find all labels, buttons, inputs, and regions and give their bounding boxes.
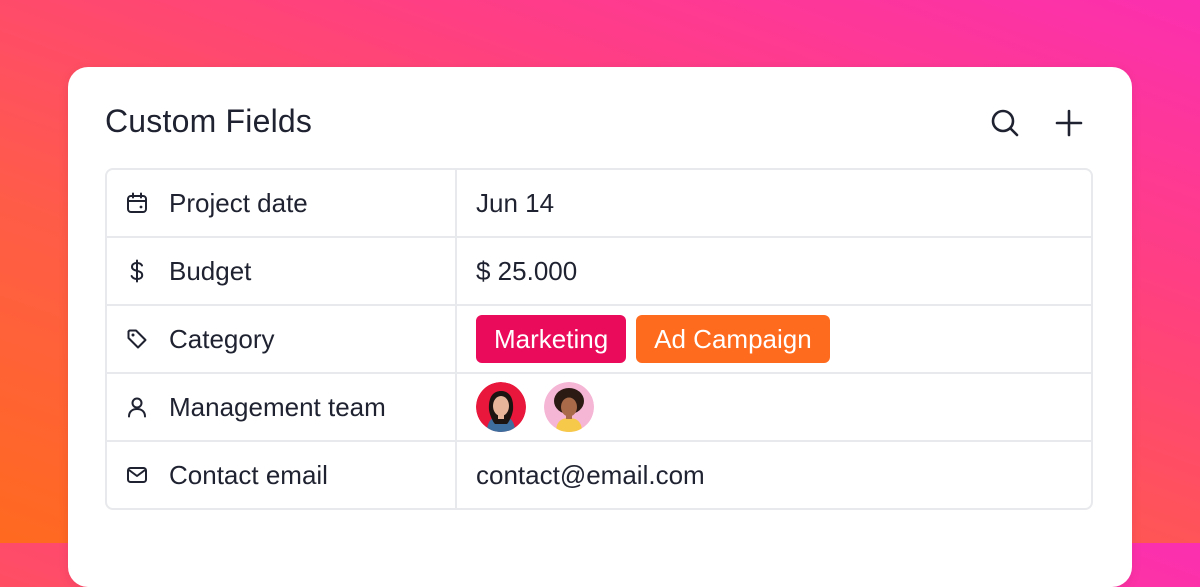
calendar-icon xyxy=(125,191,149,215)
field-label-cell: Contact email xyxy=(107,442,457,508)
add-field-button[interactable] xyxy=(1047,101,1091,145)
project-date-value[interactable]: Jun 14 xyxy=(476,188,554,219)
custom-fields-card: Custom Fields Project date Jun 14 Budget… xyxy=(68,67,1132,587)
field-value-cell[interactable]: Marketing Ad Campaign xyxy=(457,306,1091,372)
field-label: Category xyxy=(169,323,275,354)
field-label: Budget xyxy=(169,255,252,286)
field-label-cell: Project date xyxy=(107,170,457,236)
mail-icon xyxy=(125,463,149,487)
field-label: Management team xyxy=(169,391,386,422)
tag-marketing[interactable]: Marketing xyxy=(476,315,627,363)
field-row-project-date: Project date Jun 14 xyxy=(107,170,1091,238)
field-value-cell[interactable]: $ 25.000 xyxy=(457,238,1091,304)
field-row-management-team: Management team xyxy=(107,374,1091,442)
tag-ad-campaign[interactable]: Ad Campaign xyxy=(636,315,830,363)
search-button[interactable] xyxy=(983,101,1027,145)
field-value-cell[interactable]: contact@email.com xyxy=(457,442,1091,508)
avatar[interactable] xyxy=(544,382,594,432)
field-label: Contact email xyxy=(169,459,328,490)
avatar[interactable] xyxy=(476,382,526,432)
field-value-cell[interactable] xyxy=(457,374,1091,440)
fields-table: Project date Jun 14 Budget $ 25.000 Cate… xyxy=(105,168,1093,510)
field-label: Project date xyxy=(169,187,308,218)
field-value-cell[interactable]: Jun 14 xyxy=(457,170,1091,236)
search-icon xyxy=(991,109,1019,137)
budget-value[interactable]: $ 25.000 xyxy=(476,256,577,287)
field-row-category: Category Marketing Ad Campaign xyxy=(107,306,1091,374)
field-row-contact-email: Contact email contact@email.com xyxy=(107,442,1091,508)
plus-icon xyxy=(1055,109,1083,137)
user-icon xyxy=(125,395,149,419)
field-label-cell: Budget xyxy=(107,238,457,304)
field-label-cell: Category xyxy=(107,306,457,372)
contact-email-value[interactable]: contact@email.com xyxy=(476,460,705,491)
dollar-icon xyxy=(125,259,149,283)
card-header: Custom Fields xyxy=(105,101,1095,145)
card-title: Custom Fields xyxy=(105,103,313,139)
field-row-budget: Budget $ 25.000 xyxy=(107,238,1091,306)
tag-icon xyxy=(125,327,149,351)
field-label-cell: Management team xyxy=(107,374,457,440)
